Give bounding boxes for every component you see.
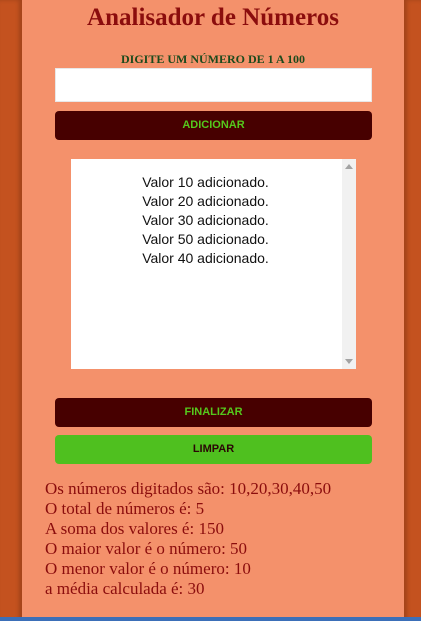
result-numbers-entered: Os números digitados são: 10,20,30,40,50 — [45, 479, 332, 498]
values-list: Valor 10 adicionado. Valor 20 adicionado… — [71, 173, 340, 268]
right-border — [404, 0, 421, 621]
list-item[interactable]: Valor 10 adicionado. — [71, 173, 340, 192]
list-item[interactable]: Valor 20 adicionado. — [71, 192, 340, 211]
add-button[interactable]: ADICIONAR — [55, 111, 372, 140]
scroll-up-arrow-icon[interactable] — [345, 164, 353, 169]
list-item[interactable]: Valor 50 adicionado. — [71, 230, 340, 249]
finish-button[interactable]: FINALIZAR — [55, 398, 372, 427]
listbox-scrollbar[interactable] — [342, 159, 356, 369]
result-total-count: O total de números é: 5 — [45, 499, 205, 518]
clear-button[interactable]: LIMPAR — [55, 435, 372, 464]
number-input[interactable] — [55, 68, 372, 102]
values-listbox[interactable]: Valor 10 adicionado. Valor 20 adicionado… — [71, 159, 356, 369]
bottom-edge-strip — [0, 617, 421, 621]
result-sum: A soma dos valores é: 150 — [45, 519, 224, 538]
result-average: a média calculada é: 30 — [45, 579, 205, 598]
results-section: Os números digitados são: 10,20,30,40,50… — [45, 479, 400, 599]
main-panel: Analisador de Números DIGITE UM NÚMERO D… — [22, 0, 404, 621]
page-title: Analisador de Números — [87, 4, 339, 31]
number-prompt-label: DIGITE UM NÚMERO DE 1 A 100 — [120, 52, 305, 66]
left-border — [0, 0, 22, 621]
result-min: O menor valor é o número: 10 — [45, 559, 251, 578]
list-item[interactable]: Valor 40 adicionado. — [71, 249, 340, 268]
result-max: O maior valor é o número: 50 — [45, 539, 248, 558]
list-item[interactable]: Valor 30 adicionado. — [71, 211, 340, 230]
scroll-down-arrow-icon[interactable] — [345, 359, 353, 364]
